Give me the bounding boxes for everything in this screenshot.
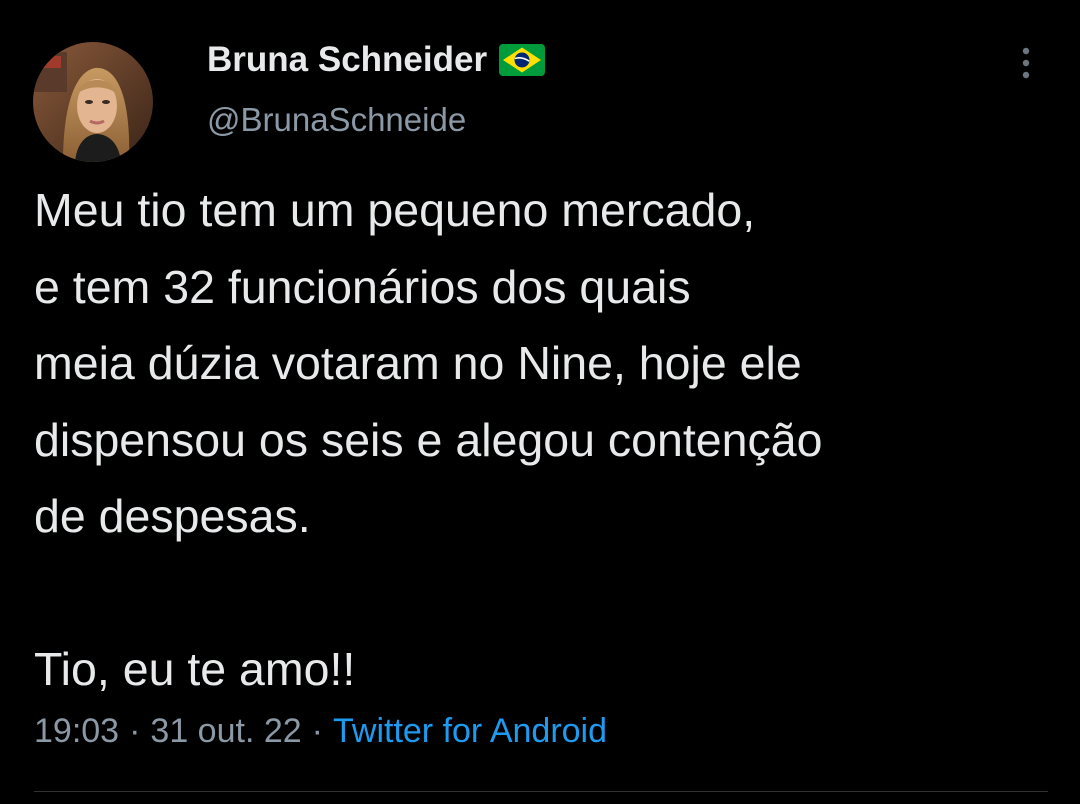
more-vertical-icon <box>1022 47 1030 79</box>
more-options-button[interactable] <box>1005 42 1047 84</box>
brazil-flag-icon <box>499 44 546 76</box>
tweet-time[interactable]: 19:03 <box>34 712 119 750</box>
author-display-name[interactable]: Bruna Schneider <box>207 40 487 80</box>
tweet: Bruna Schneider @BrunaSchneide Meu tio t… <box>0 0 1080 804</box>
tweet-text: Meu tio tem um pequeno mercado, e tem 32… <box>34 184 823 695</box>
avatar[interactable] <box>33 42 153 162</box>
tweet-metadata: 19:03 · 31 out. 22 · Twitter for Android <box>34 712 607 751</box>
avatar-image <box>33 42 153 162</box>
author-name-row: Bruna Schneider <box>207 40 546 80</box>
tweet-date[interactable]: 31 out. 22 <box>150 712 301 750</box>
meta-separator: · <box>311 712 323 750</box>
meta-separator: · <box>129 712 141 750</box>
divider <box>34 791 1048 792</box>
author-handle[interactable]: @BrunaSchneide <box>207 101 466 139</box>
tweet-source-link[interactable]: Twitter for Android <box>333 712 607 750</box>
